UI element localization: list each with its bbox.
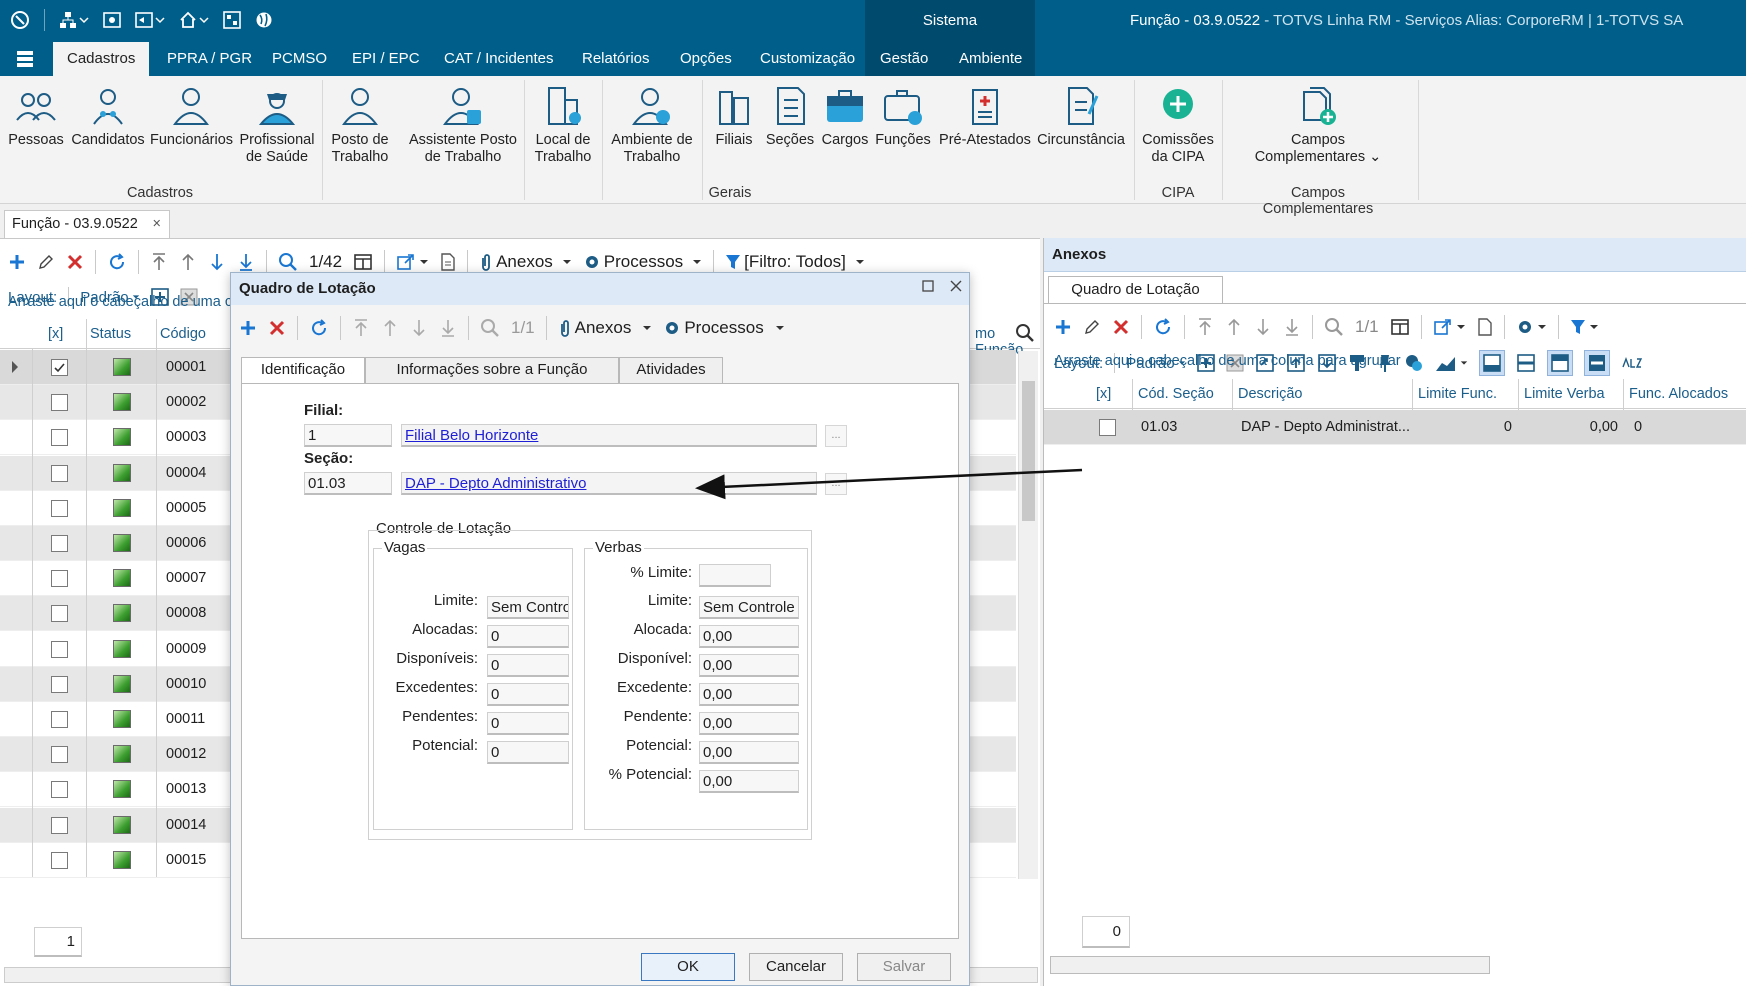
annotation-arrow <box>695 468 1083 500</box>
